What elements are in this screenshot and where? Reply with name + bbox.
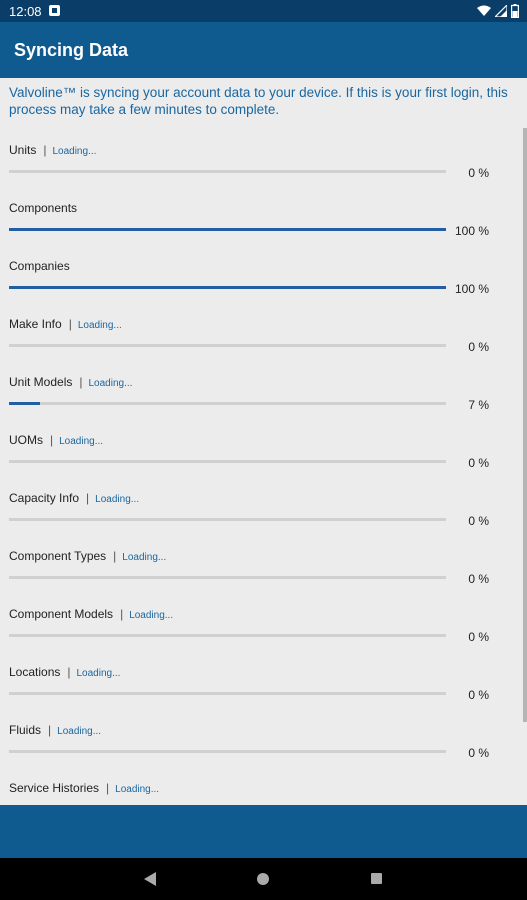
separator: |: [113, 549, 117, 563]
separator: |: [67, 665, 71, 679]
progress-bar: [9, 402, 446, 405]
sync-item: UOMs | Loading... 0 %: [0, 420, 527, 478]
sync-item-name: Locations: [9, 665, 61, 679]
sync-item: Components 100 %: [0, 188, 527, 246]
sync-item-name: Units: [9, 143, 37, 157]
loading-status: Loading...: [115, 784, 160, 795]
progress-bar: [9, 344, 446, 347]
recents-icon[interactable]: [371, 873, 382, 884]
sync-item: Component Types | Loading... 0 %: [0, 536, 527, 594]
sync-item: Units | Loading... 0 %: [0, 130, 527, 188]
progress-bar: [9, 460, 446, 463]
loading-status: Loading...: [52, 146, 97, 157]
sync-item-label: Fluids | Loading...: [9, 723, 101, 737]
sync-item: Service Histories | Loading...: [0, 768, 527, 805]
progress-percent: 0 %: [468, 456, 489, 470]
loading-status: Loading...: [129, 610, 174, 621]
progress-percent: 0 %: [468, 514, 489, 528]
progress-bar: [9, 576, 446, 579]
home-icon[interactable]: [257, 873, 269, 885]
progress-fill: [9, 228, 446, 231]
progress-percent: 0 %: [468, 688, 489, 702]
sync-item-label: Make Info | Loading...: [9, 317, 122, 331]
separator: |: [106, 781, 110, 795]
battery-icon: [511, 4, 519, 18]
sync-item-name: UOMs: [9, 433, 43, 447]
status-icons: [477, 3, 519, 19]
status-time: 12:08: [9, 4, 42, 19]
sync-item-label: Service Histories | Loading...: [9, 781, 159, 795]
separator: |: [43, 143, 47, 157]
signal-icon: [495, 5, 507, 17]
notification-icon: [49, 5, 60, 16]
sync-description: Valvoline™ is syncing your account data …: [9, 85, 508, 117]
sync-item-label: Component Models | Loading...: [9, 607, 173, 621]
separator: |: [48, 723, 52, 737]
sync-item-label: UOMs | Loading...: [9, 433, 103, 447]
progress-percent: 100 %: [454, 224, 489, 238]
app-bar: Syncing Data: [0, 22, 527, 78]
progress-percent: 0 %: [468, 630, 489, 644]
progress-percent: 100 %: [454, 282, 489, 296]
sync-item-name: Companies: [9, 259, 70, 273]
scrollbar[interactable]: [523, 128, 527, 722]
wifi-icon: [477, 5, 491, 16]
progress-fill: [9, 402, 40, 405]
sync-item: Component Models | Loading... 0 %: [0, 594, 527, 652]
page-title: Syncing Data: [14, 40, 129, 60]
separator: |: [120, 607, 124, 621]
sync-item-label: Unit Models | Loading...: [9, 375, 132, 389]
sync-item-name: Make Info: [9, 317, 62, 331]
sync-item-name: Fluids: [9, 723, 42, 737]
back-icon[interactable]: [144, 872, 156, 886]
loading-status: Loading...: [88, 378, 133, 389]
progress-bar: [9, 228, 446, 231]
status-bar: 12:08: [0, 0, 527, 22]
sync-item: Make Info | Loading... 0 %: [0, 304, 527, 362]
sync-item-label: Capacity Info | Loading...: [9, 491, 139, 505]
progress-bar: [9, 518, 446, 521]
progress-bar: [9, 286, 446, 289]
separator: |: [68, 317, 72, 331]
progress-percent: 0 %: [468, 166, 489, 180]
sync-item: Locations | Loading... 0 %: [0, 652, 527, 710]
separator: |: [86, 491, 90, 505]
separator: |: [79, 375, 83, 389]
loading-status: Loading...: [76, 668, 121, 679]
bottom-bar: [0, 805, 527, 858]
sync-item-label: Units | Loading...: [9, 143, 96, 157]
sync-item-label: Locations | Loading...: [9, 665, 120, 679]
progress-percent: 0 %: [468, 572, 489, 586]
loading-status: Loading...: [95, 494, 140, 505]
sync-item-name: Unit Models: [9, 375, 73, 389]
loading-status: Loading...: [77, 320, 122, 331]
sync-item-label: Components: [9, 201, 77, 215]
sync-item: Unit Models | Loading... 7 %: [0, 362, 527, 420]
progress-bar: [9, 170, 446, 173]
sync-item-name: Component Types: [9, 549, 107, 563]
sync-item-label: Companies: [9, 259, 70, 273]
loading-status: Loading...: [57, 726, 102, 737]
loading-status: Loading...: [59, 436, 104, 447]
sync-item-name: Service Histories: [9, 781, 100, 795]
navigation-bar: [0, 858, 527, 900]
progress-bar: [9, 750, 446, 753]
progress-bar: [9, 634, 446, 637]
sync-item: Fluids | Loading... 0 %: [0, 710, 527, 768]
progress-percent: 0 %: [468, 746, 489, 760]
sync-item-name: Components: [9, 201, 78, 215]
loading-status: Loading...: [122, 552, 167, 563]
sync-item-name: Component Models: [9, 607, 114, 621]
progress-percent: 0 %: [468, 340, 489, 354]
progress-fill: [9, 286, 446, 289]
sync-list[interactable]: Units | Loading... 0 % Components 100 % Compan…: [0, 130, 527, 805]
sync-item: Capacity Info | Loading... 0 %: [0, 478, 527, 536]
sync-item: Companies 100 %: [0, 246, 527, 304]
sync-item-name: Capacity Info: [9, 491, 80, 505]
sync-item-label: Component Types | Loading...: [9, 549, 166, 563]
progress-percent: 7 %: [468, 398, 489, 412]
separator: |: [50, 433, 54, 447]
progress-bar: [9, 692, 446, 695]
